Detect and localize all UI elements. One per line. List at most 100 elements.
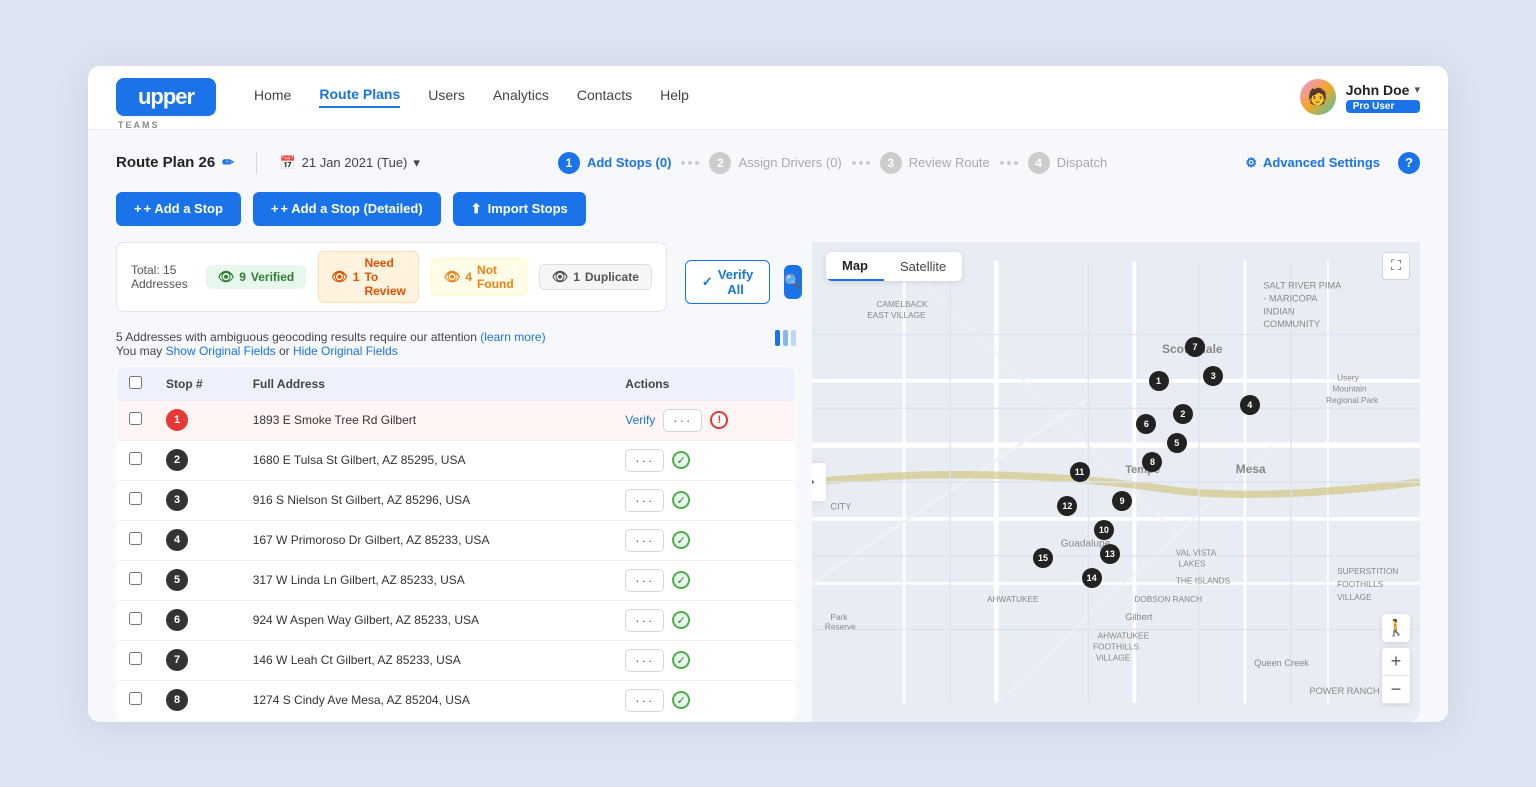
row-checkbox-3[interactable] (129, 492, 142, 505)
map-pin-5[interactable]: 5 (1167, 433, 1187, 453)
show-original-fields-link[interactable]: Show Original Fields (166, 344, 276, 358)
svg-text:Mesa: Mesa (1236, 461, 1266, 475)
more-options-button-1[interactable]: ··· (663, 409, 702, 432)
step-4[interactable]: 4 Dispatch (1028, 152, 1108, 174)
select-all-checkbox[interactable] (129, 376, 142, 389)
status-ok-4: ✓ (672, 531, 690, 549)
checkmark-icon: ✓ (702, 274, 713, 290)
nav-home[interactable]: Home (254, 87, 291, 107)
map-tab-satellite[interactable]: Satellite (884, 252, 962, 281)
verify-link-1[interactable]: Verify (625, 413, 655, 427)
column-toggle[interactable] (775, 330, 796, 346)
step-3-num: 3 (880, 152, 902, 174)
stat-review[interactable]: 👁 1 Need To Review (318, 251, 419, 303)
more-options-button-4[interactable]: ··· (625, 529, 664, 552)
map-tab-map[interactable]: Map (826, 252, 884, 281)
map-pin-13[interactable]: 13 (1100, 544, 1120, 564)
advanced-settings-btn[interactable]: ⚙ Advanced Settings (1245, 155, 1380, 171)
map-pin-15[interactable]: 15 (1033, 548, 1053, 568)
map-expand-button[interactable]: ⛶ (1382, 252, 1410, 280)
row-checkbox-1[interactable] (129, 412, 142, 425)
learn-more-link[interactable]: (learn more) (480, 330, 545, 344)
step-3[interactable]: 3 Review Route (880, 152, 990, 174)
map-pin-4[interactable]: 4 (1240, 395, 1260, 415)
nav-help[interactable]: Help (660, 87, 689, 107)
settings-gear-icon: ⚙ (1245, 155, 1257, 171)
stat-duplicate[interactable]: 👁 1 Duplicate (539, 264, 652, 290)
map-pin-12[interactable]: 12 (1057, 496, 1077, 516)
map-pin-6[interactable]: 6 (1136, 414, 1156, 434)
map-pin-14[interactable]: 14 (1082, 568, 1102, 588)
zoom-out-button[interactable]: − (1382, 676, 1410, 704)
date-picker[interactable]: 📅 21 Jan 2021 (Tue) ▾ (279, 155, 419, 171)
map-pin-11[interactable]: 11 (1070, 462, 1090, 482)
svg-text:SALT RIVER PIMA: SALT RIVER PIMA (1263, 280, 1342, 290)
step-2[interactable]: 2 Assign Drivers (0) (709, 152, 841, 174)
eye-icon-review: 👁 (331, 269, 348, 285)
map-pin-7[interactable]: 7 (1185, 337, 1205, 357)
help-button[interactable]: ? (1398, 152, 1420, 174)
status-ok-5: ✓ (672, 571, 690, 589)
map-pin-1[interactable]: 1 (1149, 371, 1169, 391)
user-menu[interactable]: 🧑 John Doe ▾ Pro User (1300, 79, 1420, 115)
map-pin-2[interactable]: 2 (1173, 404, 1193, 424)
more-options-button-2[interactable]: ··· (625, 449, 664, 472)
hide-original-fields-link[interactable]: Hide Original Fields (293, 344, 398, 358)
row-checkbox-6[interactable] (129, 612, 142, 625)
status-ok-3: ✓ (672, 491, 690, 509)
more-options-button-6[interactable]: ··· (625, 609, 664, 632)
import-stops-button[interactable]: ⬆ Import Stops (453, 192, 586, 226)
map-pin-8[interactable]: 8 (1142, 452, 1162, 472)
user-name: John Doe (1346, 82, 1410, 98)
svg-text:Usery: Usery (1337, 372, 1359, 382)
svg-text:FOOTHILLS: FOOTHILLS (1337, 579, 1383, 589)
map-pin-9[interactable]: 9 (1112, 491, 1132, 511)
stats-bar: Total: 15 Addresses 👁 9 Verified 👁 1 (116, 242, 667, 312)
nav-users[interactable]: Users (428, 87, 465, 107)
step-1[interactable]: 1 Add Stops (0) (558, 152, 672, 174)
navbar: upper Teams Home Route Plans Users Analy… (88, 66, 1448, 130)
svg-text:- MARICOPA: - MARICOPA (1263, 293, 1318, 303)
search-button[interactable]: 🔍 (784, 265, 801, 299)
svg-text:LAKES: LAKES (1179, 558, 1206, 568)
stat-notfound[interactable]: 👁 4 Not Found (431, 258, 527, 296)
col-bar-3 (791, 330, 796, 346)
map-pin-3[interactable]: 3 (1203, 366, 1223, 386)
verify-all-label: Verify All (718, 267, 753, 297)
row-checkbox-4[interactable] (129, 532, 142, 545)
street-view-pegman[interactable]: 🚶 (1382, 614, 1410, 642)
add-stop-label: + Add a Stop (144, 201, 223, 216)
step-dots-2 (852, 161, 870, 165)
map-toggle-button[interactable]: › (812, 463, 826, 501)
expand-icon: ⛶ (1391, 257, 1401, 274)
verify-all-button[interactable]: ✓ Verify All (685, 260, 770, 304)
status-ok-8: ✓ (672, 691, 690, 709)
step-dots-1 (681, 161, 699, 165)
row-checkbox-2[interactable] (129, 452, 142, 465)
notice-bar: 5 Addresses with ambiguous geocoding res… (116, 330, 796, 358)
stop-badge-2: 2 (166, 449, 188, 471)
row-checkbox-7[interactable] (129, 652, 142, 665)
add-stop-button[interactable]: + + Add a Stop (116, 192, 241, 226)
app-wrapper: upper Teams Home Route Plans Users Analy… (0, 0, 1536, 787)
table-row: 3 916 S Nielson St Gilbert, AZ 85296, US… (117, 480, 796, 520)
row-checkbox-5[interactable] (129, 572, 142, 585)
more-options-button-3[interactable]: ··· (625, 489, 664, 512)
row-checkbox-8[interactable] (129, 692, 142, 705)
stat-verified[interactable]: 👁 9 Verified (206, 265, 307, 289)
step-dots-3 (1000, 161, 1018, 165)
map-container[interactable]: Scottsdale SALT RIVER PIMA - MARICOPA IN… (812, 242, 1420, 722)
map-pin-10[interactable]: 10 (1094, 520, 1114, 540)
more-options-button-8[interactable]: ··· (625, 689, 664, 712)
nav-contacts[interactable]: Contacts (577, 87, 632, 107)
more-options-button-5[interactable]: ··· (625, 569, 664, 592)
svg-text:VILLAGE: VILLAGE (1096, 652, 1131, 662)
nav-analytics[interactable]: Analytics (493, 87, 549, 107)
zoom-in-button[interactable]: + (1382, 648, 1410, 676)
nav-route-plans[interactable]: Route Plans (319, 86, 400, 108)
more-options-button-7[interactable]: ··· (625, 649, 664, 672)
edit-icon[interactable]: ✏ (222, 154, 234, 171)
eye-icon-notfound: 👁 (444, 269, 461, 285)
logo-text: upper (138, 84, 194, 110)
add-stop-detailed-button[interactable]: + + Add a Stop (Detailed) (253, 192, 441, 226)
